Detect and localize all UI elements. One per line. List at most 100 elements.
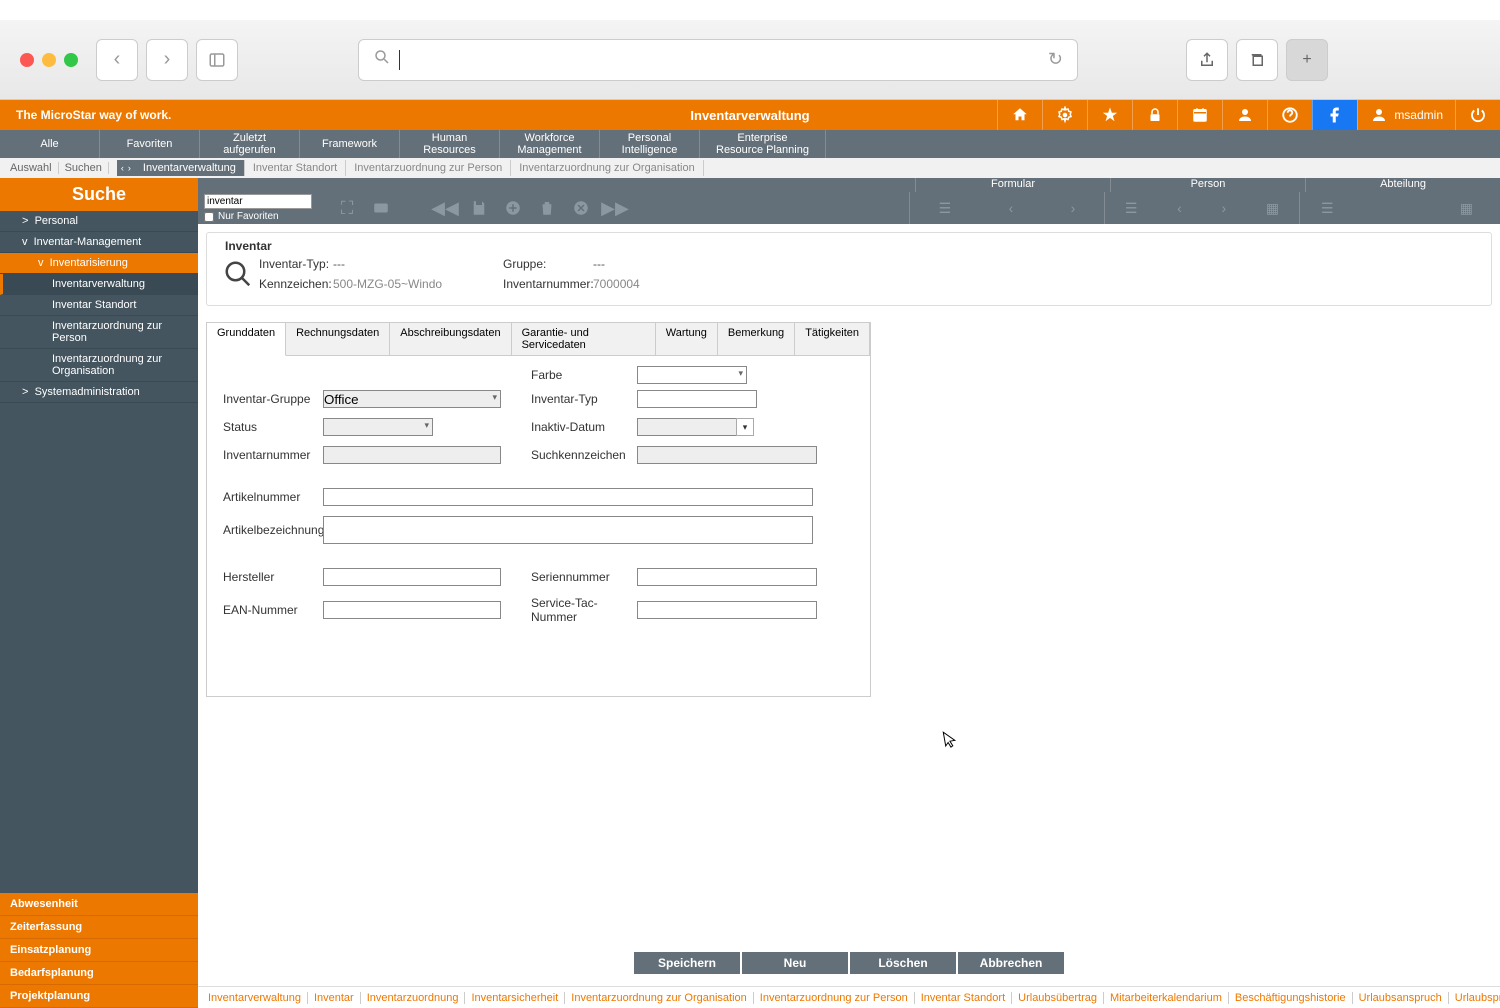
- tree-inventar-mgmt[interactable]: v Inventar-Management: [0, 232, 198, 253]
- users-icon[interactable]: [1222, 100, 1267, 130]
- forward-button[interactable]: ›: [146, 39, 188, 81]
- nav-zuletzt[interactable]: Zuletzt aufgerufen: [200, 130, 300, 158]
- foot-link[interactable]: Urlaubsübertrag: [1012, 992, 1104, 1004]
- tree-personal[interactable]: > Personal: [0, 211, 198, 232]
- accord-projektplanung[interactable]: Projektplanung: [0, 985, 198, 1008]
- tab-bemerkung[interactable]: Bemerkung: [718, 323, 795, 355]
- nav-favoriten[interactable]: Favoriten: [100, 130, 200, 158]
- forward-icon[interactable]: ▶▶: [598, 194, 632, 222]
- foot-link[interactable]: Beschäftigungshistorie: [1229, 992, 1353, 1004]
- nav-framework[interactable]: Framework: [300, 130, 400, 158]
- save-icon[interactable]: [462, 194, 496, 222]
- input-seriennummer[interactable]: [637, 568, 817, 586]
- tree-inventarisierung[interactable]: v Inventarisierung: [0, 253, 198, 274]
- prev-icon[interactable]: ‹: [1177, 200, 1182, 216]
- power-icon[interactable]: [1455, 100, 1500, 130]
- input-service-tac[interactable]: [637, 601, 817, 619]
- input-ean-nummer[interactable]: [323, 601, 501, 619]
- nav-erp[interactable]: Enterprise Resource Planning: [700, 130, 826, 158]
- accord-abwesenheit[interactable]: Abwesenheit: [0, 893, 198, 916]
- foot-link[interactable]: Inventarverwaltung: [202, 992, 308, 1004]
- foot-link[interactable]: Urlaubsprofile: [1449, 992, 1500, 1004]
- input-inventar-typ[interactable]: [637, 390, 757, 408]
- crumb-tab-3[interactable]: Inventarzuordnung zur Organisation: [511, 160, 704, 176]
- date-picker-icon[interactable]: ▾: [736, 418, 754, 436]
- tabs-button[interactable]: [1236, 39, 1278, 81]
- new-tab-button[interactable]: +: [1286, 39, 1328, 81]
- speichern-button[interactable]: Speichern: [634, 952, 740, 974]
- foot-link[interactable]: Inventarzuordnung: [361, 992, 466, 1004]
- tree-sysadmin[interactable]: > Systemadministration: [0, 382, 198, 403]
- foot-link[interactable]: Mitarbeiterkalendarium: [1104, 992, 1229, 1004]
- tree-inv-org[interactable]: Inventarzuordnung zur Organisation: [0, 349, 198, 382]
- input-farbe[interactable]: [637, 366, 747, 384]
- input-artikelnummer[interactable]: [323, 488, 813, 506]
- minimize-window-icon[interactable]: [42, 53, 56, 67]
- crumb-tab-0[interactable]: Inventarverwaltung: [135, 160, 245, 176]
- tab-wartung[interactable]: Wartung: [656, 323, 718, 355]
- next-icon[interactable]: ›: [1221, 200, 1226, 216]
- rewind-icon[interactable]: ◀◀: [428, 194, 462, 222]
- user-menu[interactable]: msadmin: [1357, 100, 1455, 130]
- tree-inventar-standort[interactable]: Inventar Standort: [0, 295, 198, 316]
- add-icon[interactable]: [496, 194, 530, 222]
- reload-icon[interactable]: ↻: [1048, 49, 1063, 70]
- nur-favoriten-checkbox[interactable]: Nur Favoriten: [204, 211, 312, 222]
- help-icon[interactable]: [1267, 100, 1312, 130]
- calendar-icon[interactable]: [1177, 100, 1222, 130]
- cancel-icon[interactable]: [564, 194, 598, 222]
- list-icon[interactable]: ☰: [939, 200, 952, 217]
- star-icon[interactable]: [1087, 100, 1132, 130]
- input-artikelbezeichnung[interactable]: [323, 516, 813, 544]
- foot-link[interactable]: Inventar Standort: [915, 992, 1012, 1004]
- foot-link[interactable]: Inventarsicherheit: [465, 992, 565, 1004]
- back-button[interactable]: ‹: [96, 39, 138, 81]
- grid-icon[interactable]: ▦: [1460, 200, 1473, 217]
- crumb-auswahl[interactable]: Auswahl: [4, 162, 59, 174]
- next-icon[interactable]: ›: [1071, 200, 1076, 216]
- share-button[interactable]: [1186, 39, 1228, 81]
- delete-icon[interactable]: [530, 194, 564, 222]
- tab-rechnungsdaten[interactable]: Rechnungsdaten: [286, 323, 390, 355]
- facebook-icon[interactable]: [1312, 100, 1357, 130]
- tab-taetigkeiten[interactable]: Tätigkeiten: [795, 323, 870, 355]
- nav-alle[interactable]: Alle: [0, 130, 100, 158]
- lock-icon[interactable]: [1132, 100, 1177, 130]
- input-status[interactable]: [323, 418, 433, 436]
- accord-bedarfsplanung[interactable]: Bedarfsplanung: [0, 962, 198, 985]
- nav-wfm[interactable]: Workforce Management: [500, 130, 600, 158]
- toolbar-search-input[interactable]: [204, 194, 312, 209]
- neu-button[interactable]: Neu: [742, 952, 848, 974]
- accord-zeiterfassung[interactable]: Zeiterfassung: [0, 916, 198, 939]
- input-inventar-gruppe[interactable]: [323, 390, 501, 408]
- grid-icon[interactable]: ▦: [1266, 200, 1279, 217]
- crumb-tab-1[interactable]: Inventar Standort: [245, 160, 346, 176]
- expand-icon[interactable]: ⛶: [330, 194, 364, 222]
- close-window-icon[interactable]: [20, 53, 34, 67]
- tree-inv-person[interactable]: Inventarzuordnung zur Person: [0, 316, 198, 349]
- card-icon[interactable]: [364, 194, 398, 222]
- list-icon[interactable]: ☰: [1125, 200, 1138, 217]
- input-inventarnummer[interactable]: [323, 446, 501, 464]
- list-icon[interactable]: ☰: [1321, 200, 1334, 217]
- abbrechen-button[interactable]: Abbrechen: [958, 952, 1064, 974]
- nav-hr[interactable]: Human Resources: [400, 130, 500, 158]
- foot-link[interactable]: Urlaubsanspruch: [1353, 992, 1449, 1004]
- crumb-nav-arrows[interactable]: ‹›: [117, 160, 135, 176]
- prev-icon[interactable]: ‹: [1009, 200, 1014, 216]
- input-suchkennzeichen[interactable]: [637, 446, 817, 464]
- crumb-suchen[interactable]: Suchen: [59, 162, 109, 174]
- foot-link[interactable]: Inventarzuordnung zur Person: [754, 992, 915, 1004]
- sidebar-toggle-button[interactable]: [196, 39, 238, 81]
- tree-inventarverwaltung[interactable]: Inventarverwaltung: [0, 274, 198, 295]
- accord-einsatzplanung[interactable]: Einsatzplanung: [0, 939, 198, 962]
- loeschen-button[interactable]: Löschen: [850, 952, 956, 974]
- input-hersteller[interactable]: [323, 568, 501, 586]
- maximize-window-icon[interactable]: [64, 53, 78, 67]
- tab-grunddaten[interactable]: Grunddaten: [207, 323, 286, 356]
- nav-pi[interactable]: Personal Intelligence: [600, 130, 700, 158]
- input-inaktiv-datum[interactable]: [637, 418, 737, 436]
- foot-link[interactable]: Inventar: [308, 992, 361, 1004]
- tab-abschreibungsdaten[interactable]: Abschreibungsdaten: [390, 323, 511, 355]
- url-bar[interactable]: ↻: [358, 39, 1078, 81]
